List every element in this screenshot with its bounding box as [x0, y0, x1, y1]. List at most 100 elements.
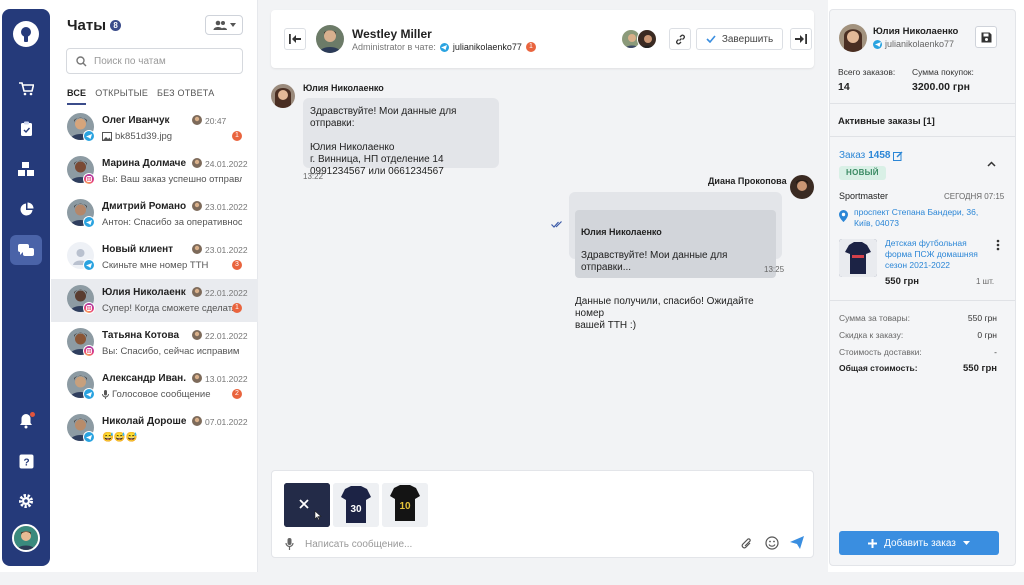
product-name[interactable]: Детская футбольная форма ПСЖ домашняя се…: [885, 238, 995, 271]
totals-discount-value: 0 грн: [977, 330, 997, 340]
order-link[interactable]: Заказ 1458: [839, 150, 903, 161]
chat-preview-text: Антон: Спасибо за оперативност...: [102, 217, 242, 228]
chat-list-item[interactable]: Николай Дорошен... 07.01.2022 😅😅😅: [51, 408, 258, 451]
totals-delivery-label: Стоимость доставки:: [839, 347, 922, 357]
chats-count-badge: 8: [110, 20, 122, 31]
chat-name: Дмитрий Романов: [102, 201, 186, 212]
floppy-icon: [981, 32, 991, 42]
chat-list-item[interactable]: Марина Долмаче... 24.01.2022 Вы: Ваш заказ…: [51, 150, 258, 193]
message-composer: 30 10 Написать сообщение...: [271, 470, 814, 558]
link-button[interactable]: [669, 28, 691, 50]
total-label: Общая стоимость:: [839, 363, 918, 373]
cart-icon[interactable]: [14, 77, 38, 101]
add-order-label: Добавить заказ: [884, 537, 956, 549]
attachment-thumbnail[interactable]: 30: [333, 483, 379, 527]
jersey-number: 30: [350, 504, 362, 515]
chat-list-item[interactable]: Новый клиент 23.01.2022 Скиньте мне номер …: [51, 236, 258, 279]
chat-preview-text: bk851d39.jpg: [115, 131, 173, 142]
add-order-button[interactable]: Добавить заказ: [839, 531, 999, 555]
chat-date: 07.01.2022: [205, 417, 248, 427]
save-button[interactable]: [975, 26, 997, 48]
participant-avatar: [637, 29, 657, 49]
logo-icon[interactable]: [13, 21, 39, 47]
help-icon[interactable]: ?: [14, 449, 38, 473]
edit-icon[interactable]: [893, 151, 903, 161]
microphone-icon: [102, 390, 109, 399]
message-input[interactable]: Написать сообщение...: [305, 539, 412, 550]
tab-open[interactable]: ОТКРЫТЫЕ: [95, 88, 148, 105]
chat-date: 23.01.2022: [205, 245, 248, 255]
avatar[interactable]: [12, 524, 40, 552]
pie-chart-icon[interactable]: [14, 197, 38, 221]
instagram-icon: [83, 302, 95, 314]
chat-date: 22.01.2022: [205, 331, 248, 341]
operator-avatar: [192, 201, 202, 211]
conversation-header: Westley Miller Administrator в чате: jul…: [271, 10, 814, 68]
read-check-icon: [551, 221, 562, 228]
collapse-right-button[interactable]: [790, 28, 812, 50]
bell-icon[interactable]: [14, 409, 38, 433]
instagram-icon: [83, 173, 95, 185]
operator-role-text: Administrator в чате:: [352, 42, 436, 52]
chat-list-panel: Чаты 8 Поиск по чатам ВСЕ ОТКРЫТЫЕ БЕЗ ОТ…: [51, 0, 258, 585]
active-orders-title: Активные заказы [1]: [838, 116, 935, 127]
tab-all[interactable]: ВСЕ: [67, 88, 87, 105]
boxes-icon[interactable]: [14, 157, 38, 181]
telegram-icon: [873, 39, 882, 49]
chat-list-item[interactable]: Александр Иван... 13.01.2022 Голосовое соо…: [51, 365, 258, 408]
clipboard-icon[interactable]: [14, 117, 38, 141]
finish-chat-button[interactable]: Завершить: [696, 28, 783, 50]
chat-tabs: ВСЕ ОТКРЫТЫЕ БЕЗ ОТВЕТА: [67, 88, 214, 105]
customer-handle: julianikolaenko77: [873, 39, 954, 49]
gear-icon[interactable]: [14, 489, 38, 513]
remove-attachment-icon[interactable]: [299, 498, 315, 514]
chat-preview: Вы: Спасибо, сейчас исправим: [102, 346, 242, 357]
operator-name: Westley Miller: [352, 27, 432, 41]
message-time: 13:25: [764, 265, 785, 274]
incoming-message: Здравствуйте! Мои данные для отправки: Ю…: [303, 98, 499, 177]
totals-delivery-value: -: [994, 347, 997, 357]
chat-list-item[interactable]: Юлия Николаенко 22.01.2022 Супер! Когда см…: [51, 279, 258, 322]
more-vertical-icon[interactable]: [996, 239, 1000, 251]
emoji-icon[interactable]: [765, 536, 779, 550]
attachment-thumbnail[interactable]: 10: [382, 483, 428, 527]
product-price: 550 грн: [885, 276, 919, 287]
chat-list-item[interactable]: Олег Иванчук 20:47 bk851d39.jpg 1: [51, 107, 258, 150]
link-icon: [675, 34, 685, 44]
telegram-icon: [83, 259, 95, 271]
operator-avatar: [192, 373, 202, 383]
tab-unanswered[interactable]: БЕЗ ОТВЕТА: [157, 88, 214, 105]
sum-label: Сумма покупок:: [912, 67, 974, 77]
check-icon: [706, 35, 716, 43]
chat-preview: Вы: Ваш заказ успешно отправле...: [102, 174, 242, 185]
chat-preview-text: Вы: Ваш заказ успешно отправле...: [102, 174, 242, 185]
location-pin-icon: [839, 210, 848, 222]
operator-avatar: [316, 25, 344, 53]
send-icon[interactable]: [790, 536, 804, 549]
operator-avatar: [192, 330, 202, 340]
chat-icon[interactable]: [10, 235, 42, 265]
microphone-icon[interactable]: [285, 538, 294, 550]
chat-preview: 😅😅😅: [102, 432, 242, 443]
chat-preview-text: Голосовое сообщение: [112, 389, 211, 400]
chat-list-item[interactable]: Татьяна Котова 22.01.2022 Вы: Спасибо, сей…: [51, 322, 258, 365]
delivery-address[interactable]: проспект Степана Бандери, 36, Київ, 0407…: [854, 207, 994, 229]
agents-filter-button[interactable]: [205, 15, 243, 35]
unread-badge: 1: [232, 303, 242, 313]
chat-date: 24.01.2022: [205, 159, 248, 169]
chat-handle[interactable]: julianikolaenko77: [453, 42, 522, 52]
collapse-left-button[interactable]: [284, 28, 306, 50]
orders-label: Всего заказов:: [838, 67, 896, 77]
message-time: 13:22: [303, 172, 324, 181]
paperclip-icon[interactable]: [741, 537, 753, 550]
operator-avatar: [192, 416, 202, 426]
chat-date: 20:47: [205, 116, 227, 126]
orders-count: 14: [838, 81, 850, 93]
message-text: Данные получили, спасибо! Ожидайте номер…: [575, 296, 754, 331]
chat-list-item[interactable]: Дмитрий Романов 23.01.2022 Антон: Спасибо …: [51, 193, 258, 236]
chevron-up-icon[interactable]: [987, 161, 996, 167]
chat-preview: Голосовое сообщение: [102, 389, 242, 400]
image-icon: [102, 132, 112, 141]
search-input[interactable]: Поиск по чатам: [66, 48, 243, 74]
finish-chat-label: Завершить: [721, 33, 774, 45]
